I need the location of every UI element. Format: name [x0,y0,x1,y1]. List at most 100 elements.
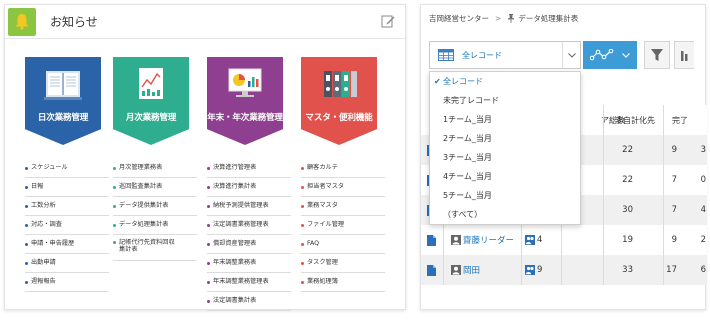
staff-name-link[interactable]: 齋藤リーダー [463,234,514,246]
link-item[interactable]: 巡回監査集計表 [113,178,197,197]
bullet-dot-icon [301,223,304,227]
bullet-dot-icon [207,299,210,303]
link-item[interactable]: 日報 [25,178,109,197]
view-option[interactable]: 未完了レコード [430,91,580,110]
table-icon [438,49,454,61]
category-daily: 日次業務管理 スケジュール 日報 工数分析 対応・調査 申請・申告履歴 出勤申請… [25,57,111,292]
view-option[interactable]: 3チーム_当月 [430,148,580,167]
book-icon [44,71,82,100]
bullet-dot-icon [25,185,28,189]
link-item[interactable]: 顧客カルテ [301,159,385,178]
link-text: 決算進行集計表 [213,183,257,191]
document-icon[interactable] [427,255,436,285]
view-option[interactable]: ✔ 全レコード [430,72,580,91]
link-text: スケジュール [31,164,68,172]
breadcrumb-current: データ処理集計表 [518,14,579,23]
link-item[interactable]: 担当者マスタ [301,178,385,197]
noncomputerized-count-cell: 7 [671,205,677,215]
link-text: 顧客カルテ [307,164,338,172]
link-item[interactable]: 出勤申請 [25,254,109,273]
option-label: 1チーム_当月 [443,115,492,124]
member-count-cell: 9 [525,255,542,285]
link-item[interactable]: 決算進行管理表 [207,159,291,178]
link-text: 週報報告 [31,278,56,286]
link-text: 工数分析 [31,202,56,210]
link-item[interactable]: スケジュール [25,159,109,178]
column-divider [663,105,664,285]
view-option[interactable]: 5チーム_当月 [430,186,580,205]
category-banner-master[interactable]: マスタ・便利機能 [301,57,377,145]
link-item[interactable]: 納税予測提供管理表 [207,197,291,216]
link-item[interactable]: 決算進行集計表 [207,178,291,197]
link-item[interactable]: タスク管理 [301,254,385,273]
notice-panel: お知らせ 日次業務管理 スケジュール 日報 工数分析 対応・調査 申請・申告履歴… [4,4,406,311]
view-option[interactable]: 4チーム_当月 [430,167,580,186]
category-banner-yearend[interactable]: 年末・年次業務管理 [207,57,283,145]
view-select[interactable]: 全レコード [429,41,581,69]
link-item[interactable]: 年末調整業務表 [207,254,291,273]
column-divider [603,105,604,285]
category-master: マスタ・便利機能 顧客カルテ 担当者マスタ 業務マスタ ファイル管理 FAQ タ… [301,57,387,292]
link-item[interactable]: ファイル管理 [301,216,385,235]
category-banner-monthly[interactable]: 月次業務管理 [113,57,189,145]
category-banner-daily[interactable]: 日次業務管理 [25,57,101,145]
breadcrumb-separator: > [495,14,502,23]
link-text: 決算進行管理表 [213,164,257,172]
column-header[interactable]: 非自計化先 [615,105,655,135]
link-item[interactable]: 月次管理業務表 [113,159,197,178]
table-row[interactable]: 岡田 9 33 17 6 [421,255,707,285]
column-header[interactable]: 完了 [672,105,688,135]
link-item[interactable]: 記帳代行先資料回収集計表 [113,235,197,261]
breadcrumb-root[interactable]: 吉岡経営センター [429,13,489,24]
filter-button[interactable] [644,41,670,69]
edit-icon[interactable] [381,14,395,28]
document-icon[interactable] [427,225,436,255]
link-text: 年末調整業務管理表 [213,278,269,286]
bullet-dot-icon [301,185,304,189]
view-option[interactable]: （すべて） [430,205,580,224]
view-option[interactable]: 1チーム_当月 [430,110,580,129]
bullet-dot-icon [301,166,304,170]
link-text: 申請・申告履歴 [31,240,75,248]
link-item[interactable]: 償却資産管理表 [207,235,291,254]
chevron-down-icon[interactable] [562,42,580,68]
link-item[interactable]: 法定調書集計表 [207,292,291,311]
check-icon: ✔ [434,77,441,86]
link-item[interactable]: 年末調整業務管理表 [207,273,291,292]
staff-name-link[interactable]: 岡田 [463,264,480,276]
link-text: 法定調書業務管理表 [213,221,269,229]
category-label: マスタ・便利機能 [305,113,373,123]
link-text: データ提供集計表 [119,202,169,210]
link-item[interactable]: データ処理集計表 [113,216,197,235]
bullet-dot-icon [25,204,28,208]
link-item[interactable]: 法定調書業務管理表 [207,216,291,235]
link-item[interactable]: 申請・申告履歴 [25,235,109,254]
link-item[interactable]: FAQ [301,235,385,254]
staff-name-cell[interactable]: 齋藤リーダー [451,225,514,255]
bullet-dot-icon [207,166,210,170]
view-option[interactable]: 2チーム_当月 [430,129,580,148]
breadcrumb: 吉岡経営センター > データ処理集計表 [429,13,578,24]
bullet-dot-icon [25,261,28,265]
link-text: 法定調書集計表 [213,297,257,305]
table-row[interactable]: 齋藤リーダー 4 19 9 2 [421,225,707,255]
option-label: 2チーム_当月 [443,134,492,143]
staff-name-cell[interactable]: 岡田 [451,255,480,285]
link-text: 対応・調査 [31,221,62,229]
link-item[interactable]: 対応・調査 [25,216,109,235]
link-text: 巡回監査集計表 [119,183,163,191]
link-item[interactable]: 業務処理簿 [301,273,385,292]
bullet-dot-icon [113,185,116,189]
link-item[interactable]: 工数分析 [25,197,109,216]
graph-view-button[interactable] [583,41,637,69]
chart-button[interactable] [674,41,694,69]
bullet-dot-icon [113,166,116,170]
bullet-dot-icon [113,204,116,208]
bullet-dot-icon [207,280,210,284]
filter-icon [651,49,663,61]
link-item[interactable]: データ提供集計表 [113,197,197,216]
link-item[interactable]: 業務マスタ [301,197,385,216]
link-item[interactable]: 週報報告 [25,273,109,292]
bullet-dot-icon [113,223,116,227]
completed-count-cell: 6 [700,265,706,275]
